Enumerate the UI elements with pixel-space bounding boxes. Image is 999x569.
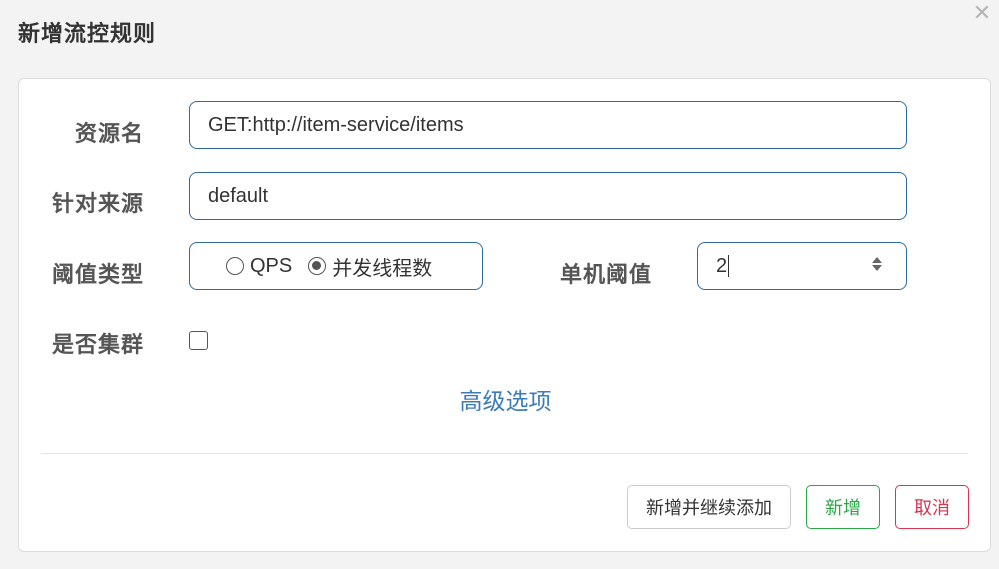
advanced-options-link[interactable]: 高级选项 bbox=[19, 382, 992, 416]
divider bbox=[41, 453, 968, 454]
radio-option-thread-count[interactable]: 并发线程数 bbox=[308, 252, 432, 281]
threshold-type-label: 阈值类型 bbox=[51, 262, 144, 287]
origin-label: 针对来源 bbox=[51, 191, 144, 216]
cluster-label: 是否集群 bbox=[51, 332, 144, 357]
radio-unchecked-icon[interactable] bbox=[226, 257, 244, 275]
radio-label-qps: QPS bbox=[250, 254, 293, 277]
origin-input[interactable] bbox=[189, 172, 907, 220]
single-threshold-input[interactable]: 2 bbox=[697, 242, 907, 290]
single-threshold-value: 2 bbox=[716, 254, 728, 277]
resource-name-input[interactable] bbox=[189, 101, 907, 149]
flow-rule-dialog: 新增流控规则 ✕ 资源名 针对来源 阈值类型 QPS 并发线程数 单机阈值 2 bbox=[0, 0, 999, 569]
cancel-button[interactable]: 取消 bbox=[895, 485, 969, 529]
single-threshold-label: 单机阈值 bbox=[559, 262, 652, 287]
radio-label-thread-count: 并发线程数 bbox=[332, 257, 433, 280]
number-spinner[interactable] bbox=[870, 255, 884, 279]
dialog-title: 新增流控规则 bbox=[18, 21, 157, 46]
radio-checked-icon[interactable] bbox=[308, 257, 327, 275]
form-panel: 资源名 针对来源 阈值类型 QPS 并发线程数 单机阈值 2 bbox=[18, 78, 991, 552]
add-and-continue-button[interactable]: 新增并继续添加 bbox=[627, 485, 791, 529]
resource-label: 资源名 bbox=[74, 121, 144, 146]
threshold-type-radio-group: QPS 并发线程数 bbox=[189, 242, 483, 290]
close-icon[interactable]: ✕ bbox=[971, 2, 993, 24]
spinner-down-icon[interactable] bbox=[872, 265, 882, 271]
add-button[interactable]: 新增 bbox=[806, 485, 880, 529]
text-cursor bbox=[728, 255, 730, 277]
cluster-checkbox[interactable] bbox=[189, 331, 208, 350]
radio-option-qps[interactable]: QPS bbox=[226, 255, 292, 278]
spinner-up-icon[interactable] bbox=[872, 257, 882, 263]
